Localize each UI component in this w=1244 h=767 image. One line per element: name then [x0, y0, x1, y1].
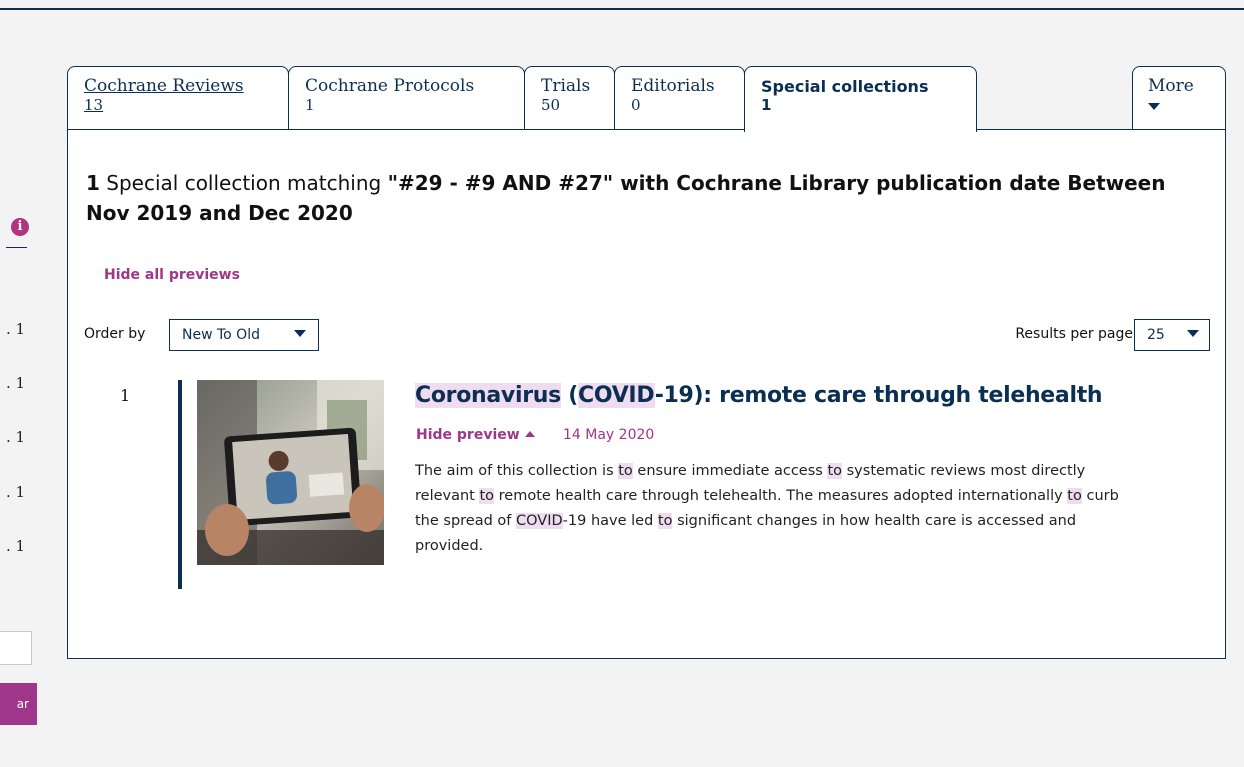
tab-count: 1 [761, 96, 772, 114]
chevron-up-icon [524, 431, 535, 437]
tab-label: Editorials [631, 76, 715, 96]
result-date: 14 May 2020 [563, 427, 655, 443]
sidebar-clear-button[interactable]: ar [0, 683, 37, 725]
result-title-link[interactable]: Coronavirus (COVID-19): remote care thro… [415, 383, 1103, 408]
result-number: 1 [120, 386, 131, 405]
tab-trials[interactable]: Trials 50 [524, 66, 615, 130]
chevron-down-icon [1187, 330, 1199, 337]
tab-count: 0 [631, 96, 641, 114]
result-thumbnail[interactable] [197, 380, 384, 565]
hide-preview-link[interactable]: Hide preview [416, 427, 535, 443]
tab-count: 13 [84, 96, 104, 114]
tab-cochrane-reviews[interactable]: Cochrane Reviews 13 [67, 66, 289, 130]
order-by-select[interactable]: New To Old [169, 319, 319, 351]
results-per-page-label: Results per page [1015, 326, 1133, 342]
telehealth-image [197, 380, 384, 565]
tab-cochrane-protocols[interactable]: Cochrane Protocols 1 [288, 66, 525, 130]
tab-special-collections[interactable]: Special collections 1 [744, 66, 977, 132]
sidebar-count: . 1 [6, 483, 26, 501]
tab-more[interactable]: More [1132, 66, 1226, 130]
hide-all-previews-link[interactable]: Hide all previews [104, 267, 240, 283]
results-panel: 1 Special collection matching "#29 - #9 … [67, 129, 1226, 659]
tab-label: More [1148, 76, 1194, 96]
tab-count: 1 [305, 96, 315, 114]
chevron-down-icon [1148, 96, 1225, 115]
tab-editorials[interactable]: Editorials 0 [614, 66, 745, 130]
info-icon[interactable]: i [11, 218, 29, 236]
results-per-page-select[interactable]: 25 [1134, 319, 1210, 351]
tab-label: Cochrane Protocols [305, 76, 475, 96]
tab-count: 50 [541, 96, 561, 114]
results-per-page-value: 25 [1147, 327, 1165, 343]
sidebar-input[interactable] [0, 631, 32, 665]
sidebar-count: . 1 [6, 428, 26, 446]
order-by-label: Order by [84, 326, 146, 342]
tab-label: Trials [541, 76, 591, 96]
sidebar-count: . 1 [6, 374, 26, 392]
top-rule [0, 8, 1244, 10]
sidebar-count: . 1 [6, 320, 26, 338]
result-accent-bar [178, 380, 182, 589]
sidebar-divider [6, 247, 27, 248]
result-summary: The aim of this collection is to ensure … [415, 463, 1119, 554]
tab-label: Cochrane Reviews [84, 76, 244, 96]
results-heading: 1 Special collection matching "#29 - #9 … [86, 171, 1166, 225]
chevron-down-icon [294, 330, 306, 337]
tab-label: Special collections [761, 77, 929, 96]
sidebar-count: . 1 [6, 537, 26, 555]
order-by-value: New To Old [182, 327, 260, 343]
